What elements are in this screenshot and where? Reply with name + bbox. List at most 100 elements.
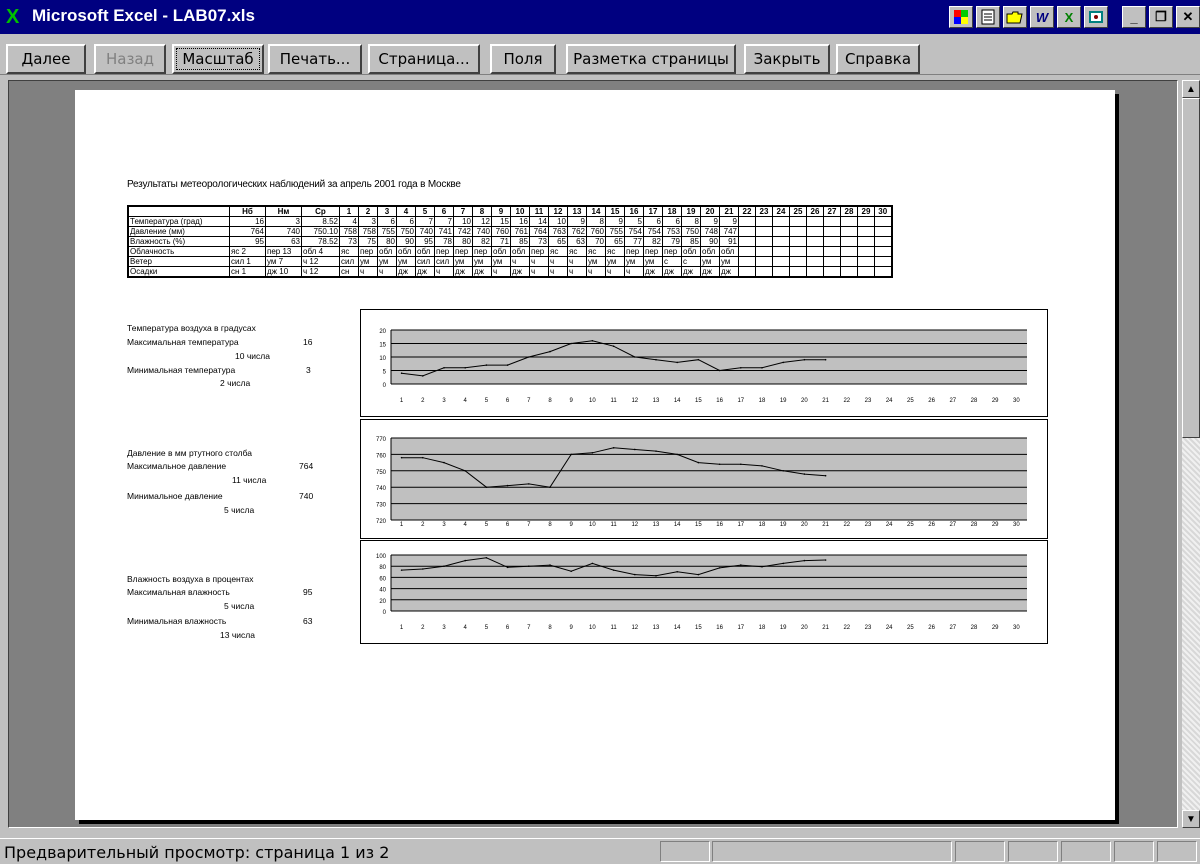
table-cell: обл <box>491 246 511 257</box>
access-icon[interactable] <box>1084 6 1108 28</box>
header-cell: 4 <box>396 205 416 217</box>
table-cell <box>755 246 773 257</box>
excel-icon[interactable]: X <box>1057 6 1081 28</box>
table-cell: ум <box>586 256 606 267</box>
x-tick-label: 28 <box>971 398 978 404</box>
print-button[interactable]: Печать... <box>268 44 362 74</box>
table-cell <box>738 216 756 227</box>
x-tick-label: 9 <box>570 398 574 404</box>
table-cell: 65 <box>605 236 625 247</box>
table-cell: ч <box>377 266 397 278</box>
table-cell: 740 <box>415 226 435 237</box>
data-point <box>506 484 509 487</box>
restore-icon[interactable]: ❐ <box>1149 6 1173 28</box>
status-panel <box>1008 841 1058 862</box>
pressure-chart[interactable]: 720 730 740 750 760 770 1 2 3 4 5 6 7 8 9 10 11 12 13 14 15 1… <box>360 419 1048 539</box>
scroll-thumb[interactable] <box>1182 98 1200 438</box>
data-point <box>634 448 636 451</box>
document-icon[interactable] <box>976 6 1000 28</box>
table-cell: 740 <box>265 226 302 237</box>
header-cell: 1 <box>339 205 359 217</box>
data-point <box>549 564 551 566</box>
data-point <box>655 358 657 361</box>
table-cell: 755 <box>605 226 625 237</box>
close-icon[interactable]: ✕ <box>1176 6 1200 28</box>
data-point <box>485 486 488 488</box>
table-cell: 755 <box>377 226 397 237</box>
x-tick-label: 24 <box>886 522 893 528</box>
help-button[interactable]: Справка <box>836 44 920 74</box>
x-tick-label: 29 <box>992 398 999 404</box>
x-tick-label: 11 <box>610 625 617 631</box>
table-cell: 10 <box>453 216 473 227</box>
table-cell <box>772 226 790 237</box>
temp-min-day: 2 числа <box>220 378 251 388</box>
x-tick-label: 29 <box>992 625 999 631</box>
y-tick-label: 770 <box>376 437 387 443</box>
color-palette-icon[interactable] <box>949 6 973 28</box>
table-cell <box>738 246 756 257</box>
open-folder-icon[interactable] <box>1003 6 1027 28</box>
table-cell: дж <box>453 266 473 278</box>
status-panel <box>660 841 710 862</box>
close-preview-button[interactable]: Закрыть <box>744 44 830 74</box>
y-tick-label: 20 <box>379 329 386 335</box>
table-cell: пер <box>472 246 492 257</box>
word-icon[interactable]: W <box>1030 6 1054 28</box>
scroll-up-icon[interactable]: ▲ <box>1182 80 1200 98</box>
table-cell: 70 <box>586 236 606 247</box>
scroll-down-icon[interactable]: ▼ <box>1182 810 1200 828</box>
humidity-chart[interactable]: 0 20 40 60 80 100 1 2 3 4 5 6 7 8 9 10 11 12 13 14 15 16 17 18 1… <box>360 540 1048 644</box>
x-tick-label: 2 <box>421 398 425 404</box>
next-button[interactable]: Далее <box>6 44 86 74</box>
x-tick-label: 10 <box>589 522 596 528</box>
table-row: Осадки сн 1 дж 10 ч 12 сн ч ч дж дж ч дж дж ч дж ч ч ч ч ч… <box>127 266 892 278</box>
x-tick-label: 2 <box>421 522 425 528</box>
x-tick-label: 9 <box>570 625 574 631</box>
data-point <box>400 456 403 459</box>
minimize-icon[interactable]: _ <box>1122 6 1146 28</box>
table-cell: дж 10 <box>265 266 302 278</box>
data-point <box>612 447 615 449</box>
x-tick-label: 22 <box>843 398 850 404</box>
table-cell: 750.10 <box>301 226 340 237</box>
page-setup-button[interactable]: Страница... <box>368 44 480 74</box>
table-cell: 7 <box>434 216 454 227</box>
table-cell: 65 <box>548 236 568 247</box>
table-cell: 77 <box>624 236 644 247</box>
table-cell <box>874 236 892 247</box>
temp-min-value: 3 <box>306 365 311 375</box>
table-cell <box>823 256 841 267</box>
table-cell <box>755 236 773 247</box>
header-cell: 9 <box>491 205 511 217</box>
header-cell: 5 <box>415 205 435 217</box>
zoom-button[interactable]: Масштаб <box>172 44 264 74</box>
margins-button[interactable]: Поля <box>490 44 556 74</box>
temperature-chart[interactable]: 0 5 10 15 20 1 2 3 4 5 6 7 8 9 10 11 12 13 14 15 16 17 18 19 20 2… <box>360 309 1048 417</box>
x-tick-label: 5 <box>485 398 489 404</box>
table-cell: 6 <box>396 216 416 227</box>
table-cell <box>840 226 858 237</box>
table-cell: сн <box>339 266 359 278</box>
data-point <box>824 358 827 361</box>
excel-app-icon[interactable]: X <box>6 7 28 27</box>
back-button[interactable]: Назад <box>94 44 166 74</box>
table-cell: ч 12 <box>301 256 340 267</box>
header-cell: 7 <box>453 205 473 217</box>
header-cell: 21 <box>719 205 739 217</box>
x-tick-label: 15 <box>695 522 702 528</box>
data-point <box>655 450 657 452</box>
table-cell: сил <box>434 256 454 267</box>
table-cell: пер <box>434 246 454 257</box>
table-cell: 747 <box>719 226 739 237</box>
title-bar: X Microsoft Excel - LAB07.xls W X _ ❐ ✕ <box>0 0 1200 34</box>
preview-page[interactable]: Результаты метеорологических наблюдений … <box>75 90 1115 820</box>
data-point <box>400 372 403 374</box>
vertical-scrollbar[interactable]: ▲ ▼ <box>1182 80 1200 828</box>
table-cell: 71 <box>491 236 511 247</box>
table-cell <box>840 216 858 227</box>
table-cell: 6 <box>377 216 397 227</box>
page-layout-button[interactable]: Разметка страницы <box>566 44 736 74</box>
table-cell: 78 <box>434 236 454 247</box>
y-tick-label: 15 <box>379 343 386 349</box>
